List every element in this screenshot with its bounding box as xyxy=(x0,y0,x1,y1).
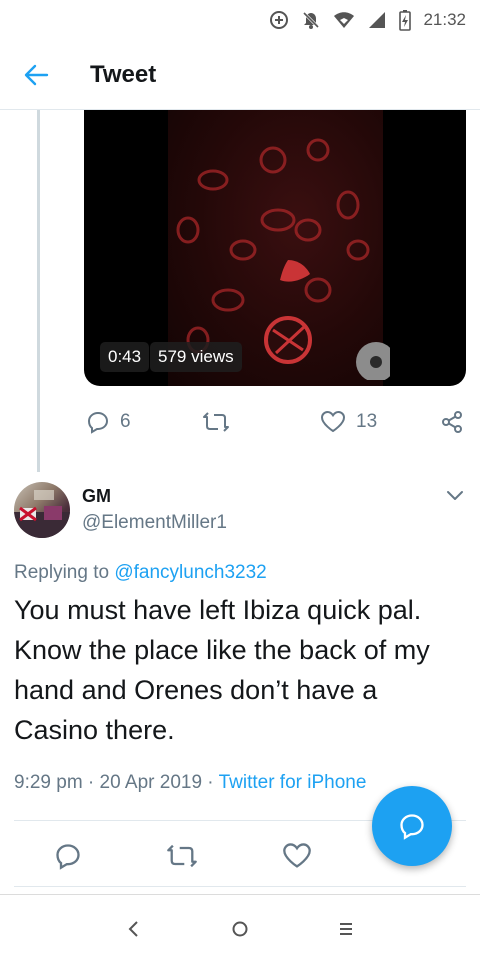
author-display-name[interactable]: GM xyxy=(82,486,111,507)
nav-home-button[interactable] xyxy=(220,909,260,949)
home-circle-icon xyxy=(232,921,248,937)
heart-icon xyxy=(320,410,346,433)
tweet-source-link[interactable]: Twitter for iPhone xyxy=(219,772,367,793)
video-duration-badge: 0:43 xyxy=(100,342,150,372)
reply-action[interactable]: 6 xyxy=(86,402,131,442)
data-saver-icon xyxy=(270,11,289,29)
like-count: 13 xyxy=(356,411,378,432)
reply-icon xyxy=(56,844,80,870)
chevron-down-icon xyxy=(447,491,463,500)
chevron-left-icon xyxy=(128,921,138,937)
avatar-image xyxy=(14,490,70,538)
tweet-metadata: 9:29 pm · 20 Apr 2019 · Twitter for iPho… xyxy=(14,772,366,794)
battery-charging-icon xyxy=(399,10,412,31)
arrow-left-icon xyxy=(24,64,49,85)
replying-to-prefix: Replying to xyxy=(14,562,115,583)
author-handle[interactable]: @ElementMiller1 xyxy=(82,512,227,534)
tweet-date: 20 Apr 2019 xyxy=(99,772,203,793)
page-title: Tweet xyxy=(90,60,157,88)
retweet-icon xyxy=(203,412,229,432)
reply-icon xyxy=(400,814,424,840)
nav-back-button[interactable] xyxy=(114,909,154,949)
status-bar: 21:32 xyxy=(0,0,480,40)
retweet-icon xyxy=(167,844,197,868)
retweet-action[interactable] xyxy=(202,402,230,442)
app-header: Tweet xyxy=(0,40,480,110)
reply-count: 6 xyxy=(120,411,131,432)
menu-lines-icon xyxy=(340,923,352,935)
record-prop-image xyxy=(356,342,390,380)
status-time: 21:32 xyxy=(423,10,466,29)
notifications-off-icon xyxy=(303,11,320,29)
reply-button[interactable] xyxy=(54,836,82,876)
heart-icon xyxy=(283,843,311,868)
replying-to-line: Replying to @fancylunch3232 xyxy=(14,562,267,584)
share-action[interactable] xyxy=(440,402,464,442)
video-player[interactable]: 0:43 579 views xyxy=(84,110,466,386)
back-button[interactable] xyxy=(0,40,72,110)
video-views-badge: 579 views xyxy=(150,342,242,372)
share-icon xyxy=(442,411,462,433)
tweet-options-button[interactable] xyxy=(444,484,466,511)
signal-icon xyxy=(369,12,386,28)
like-action[interactable]: 13 xyxy=(320,402,377,442)
compose-reply-fab[interactable] xyxy=(372,786,452,866)
tweet-time: 9:29 pm xyxy=(14,772,83,793)
system-nav-bar xyxy=(0,894,480,960)
wifi-icon xyxy=(334,12,355,28)
tweet-text: You must have left Ibiza quick pal. Know… xyxy=(14,595,430,745)
nav-recents-button[interactable] xyxy=(326,909,366,949)
like-button[interactable] xyxy=(282,836,312,876)
retweet-button[interactable] xyxy=(166,836,198,876)
thread-connector-line xyxy=(37,110,40,472)
meta-separator: · xyxy=(82,772,100,793)
reply-icon xyxy=(87,411,109,434)
meta-separator: · xyxy=(202,772,219,793)
divider xyxy=(14,886,466,887)
replying-to-link[interactable]: @fancylunch3232 xyxy=(114,562,266,583)
avatar[interactable] xyxy=(14,482,70,538)
